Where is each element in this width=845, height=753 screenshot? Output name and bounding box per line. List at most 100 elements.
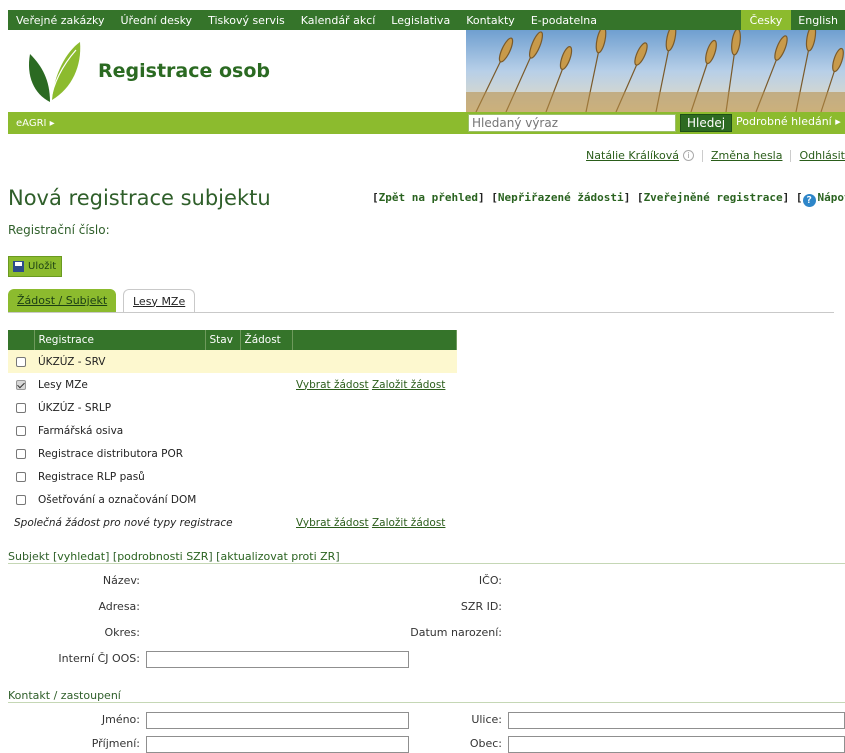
- common-request-row: Společná žádost pro nové typy registrace…: [8, 511, 457, 534]
- column-actions: [292, 330, 457, 350]
- tab-lesy-mze[interactable]: Lesy MZe: [123, 289, 196, 312]
- registration-name: Registrace distributora POR: [38, 447, 184, 460]
- actions-cell: [292, 419, 457, 442]
- request-cell: [240, 488, 292, 511]
- select-request-link[interactable]: Vybrat žádost: [296, 517, 369, 529]
- label-prijmeni: Příjmení:: [91, 737, 140, 750]
- actions-cell: [292, 465, 457, 488]
- label-szr-id: SZR ID:: [460, 600, 502, 613]
- registration-name: Farmářská osiva: [38, 424, 124, 437]
- actions-cell: [292, 350, 457, 373]
- row-checkbox-cell: [8, 442, 34, 465]
- obec-input[interactable]: [508, 736, 845, 753]
- quick-links: [Zpět na přehled] [Nepřiřazené žádosti] …: [372, 191, 845, 207]
- info-icon[interactable]: i: [682, 150, 694, 161]
- registration-checkbox[interactable]: [16, 425, 26, 436]
- search-button[interactable]: Hledej: [680, 114, 733, 132]
- eagri-menu-link[interactable]: eAGRI ▸: [16, 118, 55, 129]
- nav-uredni-desky[interactable]: Úřední desky: [112, 14, 200, 27]
- select-request-link[interactable]: Vybrat žádost: [296, 379, 369, 391]
- nav-verejne-zakazky[interactable]: Veřejné zakázky: [8, 14, 112, 27]
- tab-zadost-subjekt[interactable]: Žádost / Subjekt: [8, 289, 117, 312]
- nav-tiskovy-servis[interactable]: Tiskový servis: [200, 14, 293, 27]
- registration-checkbox[interactable]: [16, 494, 26, 505]
- back-to-overview-link[interactable]: Zpět na přehled: [379, 191, 478, 204]
- site-header: Registrace osob: [8, 30, 845, 112]
- request-cell: [240, 442, 292, 465]
- change-password-link[interactable]: Změna hesla: [711, 149, 783, 162]
- lang-czech[interactable]: Česky: [740, 10, 792, 30]
- registration-name: ÚKZÚZ - SRV: [34, 350, 205, 373]
- subject-update-zr-link[interactable]: aktualizovat proti ZR: [220, 550, 335, 563]
- registration-checkbox[interactable]: [16, 356, 26, 367]
- ulice-input[interactable]: [508, 712, 845, 729]
- registration-checkbox[interactable]: [16, 379, 26, 390]
- lang-english[interactable]: English: [791, 10, 845, 30]
- tab-strip: Žádost / Subjekt Lesy MZe: [8, 289, 834, 313]
- registration-rows: ÚKZÚZ - SRV Lesy MZe Vybrat žádost Založit…: [8, 350, 457, 534]
- search-input[interactable]: [468, 114, 676, 132]
- request-cell: [240, 465, 292, 488]
- request-cell: [240, 350, 292, 373]
- table-row: Farmářská osiva: [8, 419, 457, 442]
- label-interni-cj: Interní ČJ OOS:: [58, 652, 140, 665]
- status-cell: [205, 350, 240, 373]
- label-ulice: Ulice:: [471, 713, 502, 726]
- registration-checkbox[interactable]: [16, 448, 26, 459]
- column-registrace: Registrace: [34, 330, 206, 350]
- subject-section-rule: [8, 563, 845, 564]
- jmeno-input[interactable]: [146, 712, 409, 729]
- common-request-label: Společná žádost pro nové typy registrace: [14, 516, 233, 529]
- tab-divider: [8, 312, 834, 313]
- table-row: Registrace RLP pasů: [8, 465, 457, 488]
- subject-search-link[interactable]: vyhledat: [57, 550, 105, 563]
- table-row: Ošetřování a označování DOM: [8, 488, 457, 511]
- column-checkbox: [8, 330, 35, 350]
- help-link[interactable]: Nápověda: [818, 191, 845, 204]
- user-links: Natálie Králíková i Změna hesla Odhlásit: [586, 149, 845, 162]
- registration-number-label: Registrační číslo:: [8, 223, 110, 237]
- help-icon[interactable]: ?: [802, 194, 816, 207]
- registration-name: Ošetřování a označování DOM: [38, 493, 197, 506]
- registration-checkbox[interactable]: [16, 402, 26, 413]
- language-switch: Česky English: [740, 10, 845, 30]
- create-request-link[interactable]: Založit žádost: [372, 379, 445, 391]
- nav-e-podatelna[interactable]: E-podatelna: [523, 14, 605, 27]
- interni-cj-input[interactable]: [146, 651, 409, 668]
- nav-kontakty[interactable]: Kontakty: [458, 14, 523, 27]
- separator: [701, 149, 703, 162]
- table-row: Registrace distributora POR: [8, 442, 457, 465]
- registration-name: Lesy MZe: [38, 378, 88, 391]
- request-cell: [240, 396, 292, 419]
- eagri-leaf-logo[interactable]: [20, 36, 82, 108]
- save-button[interactable]: Uložit: [8, 256, 63, 277]
- table-row: ÚKZÚZ - SRV: [8, 350, 457, 373]
- create-request-link[interactable]: Založit žádost: [372, 517, 445, 529]
- advanced-search-link[interactable]: Podrobné hledání ▸: [736, 115, 841, 128]
- row-checkbox-cell: [8, 396, 34, 419]
- published-registrations-link[interactable]: Zveřejněné registrace: [644, 191, 783, 204]
- prijmeni-input[interactable]: [146, 736, 409, 753]
- contact-section-rule: [8, 702, 845, 703]
- user-name-link[interactable]: Natálie Králíková: [586, 149, 679, 162]
- table-row: Lesy MZe Vybrat žádost Založit žádost: [8, 373, 457, 396]
- top-navigation: Veřejné zakázky Úřední desky Tiskový ser…: [8, 10, 845, 30]
- unassigned-requests-link[interactable]: Nepřiřazené žádosti: [498, 191, 624, 204]
- contact-section-heading: Kontakt / zastoupení: [8, 689, 121, 702]
- status-cell: [205, 442, 240, 465]
- registration-checkbox[interactable]: [16, 471, 26, 482]
- page-title: Nová registrace subjektu: [8, 186, 271, 210]
- logout-link[interactable]: Odhlásit: [799, 149, 845, 162]
- actions-cell: Vybrat žádost Založit žádost: [292, 511, 457, 534]
- nav-legislativa[interactable]: Legislativa: [383, 14, 458, 27]
- column-zadost: Žádost: [240, 330, 293, 350]
- status-cell: [205, 465, 240, 488]
- row-checkbox-cell: [8, 373, 34, 396]
- actions-cell: Vybrat žádost Založit žádost: [292, 373, 457, 396]
- wheat-field-banner: [466, 30, 845, 112]
- subject-szr-details-link[interactable]: podrobnosti SZR: [117, 550, 208, 563]
- status-cell: [205, 396, 240, 419]
- status-cell: [205, 419, 240, 442]
- nav-kalendar-akci[interactable]: Kalendář akcí: [293, 14, 384, 27]
- label-adresa: Adresa:: [98, 600, 140, 613]
